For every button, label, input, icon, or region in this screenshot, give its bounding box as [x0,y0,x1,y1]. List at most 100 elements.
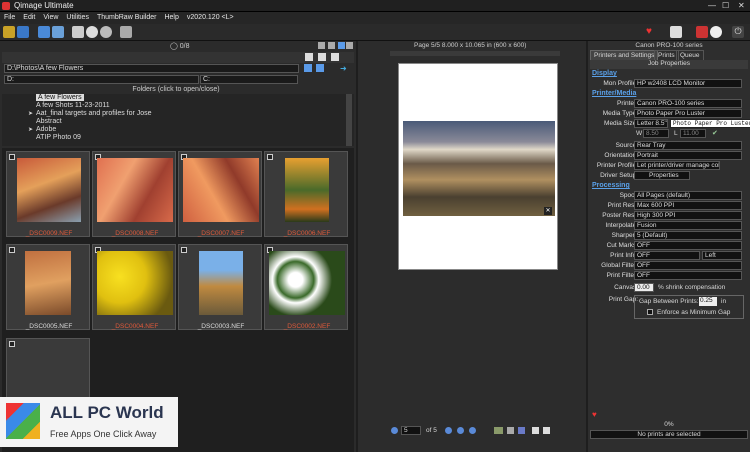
bookmark-icon[interactable] [304,64,312,72]
folder-item[interactable]: Abstract [36,118,62,125]
orientation-select[interactable]: Portrait [634,151,742,160]
crop-icon[interactable] [507,427,514,434]
folder-item[interactable]: Aat_final targets and profiles for Jose [36,110,152,117]
thumbnail[interactable]: _DSC0004.NEF [92,244,176,330]
thumbnail[interactable]: _DSC0009.NEF [6,151,90,237]
thumbnail[interactable]: _DSC0002.NEF [264,244,348,330]
check-icon[interactable]: ✔ [712,129,718,137]
close-button[interactable]: ✕ [738,1,745,10]
thumbnail[interactable]: _DSC0007.NEF [178,151,262,237]
properties-button[interactable]: Properties [634,171,690,180]
select-checkbox[interactable] [267,154,273,160]
view-icon[interactable] [318,42,325,49]
page-preview[interactable]: ✕ [398,63,558,270]
expand-icon[interactable]: ➤ [28,126,33,133]
print-image[interactable] [403,121,555,216]
canvas-input[interactable]: 0.00 [634,283,654,292]
maximize-button[interactable]: ☐ [722,1,729,10]
monitor-icon[interactable] [38,26,50,38]
poster-res-select[interactable]: High 300 PPI [634,211,742,220]
remove-icon[interactable]: ✕ [544,207,552,215]
enforce-checkbox[interactable] [647,309,653,315]
interpolate-row: Interpolate: Fusion [588,221,750,231]
menu-file[interactable]: File [0,12,19,21]
list-view-icon[interactable] [328,42,335,49]
global-filter-select[interactable]: OFF [634,261,742,270]
width-input[interactable]: 8.50 [643,129,669,138]
thumbnail[interactable]: _DSC0005.NEF [6,244,90,330]
folder-item[interactable]: A few Shots 11-23-2011 [36,102,110,109]
print-res-select[interactable]: Max 600 PPI [634,201,742,210]
thumbnail[interactable]: _DSC0003.NEF [178,244,262,330]
scrollbar[interactable] [346,94,352,146]
select-checkbox[interactable] [181,247,187,253]
select-checkbox[interactable] [9,154,15,160]
zoom-icon[interactable] [457,427,464,434]
folder-item[interactable]: Adobe [36,126,56,133]
version-label: v2020.120 <L> [186,14,234,21]
folder-item-selected[interactable]: A few Flowers [36,94,84,101]
prev-page-icon[interactable] [391,427,398,434]
exit-icon[interactable]: ⏻ [732,26,744,38]
printer-icon[interactable] [670,26,682,38]
menu-help[interactable]: Help [160,12,182,21]
expand-icon[interactable]: ➤ [28,110,33,117]
interpolate-select[interactable]: Fusion [634,221,742,230]
next-page-icon[interactable] [445,427,452,434]
menu-utilities[interactable]: Utilities [62,12,93,21]
rotate-icon[interactable] [86,26,98,38]
menu-thumbraw-builder[interactable]: ThumbRaw Builder [93,12,161,21]
fit-icon[interactable] [469,427,476,434]
forward-icon[interactable] [318,53,326,61]
page-icon[interactable] [543,427,550,434]
arrow-icon[interactable]: ➜ [340,64,348,73]
media-size-select[interactable]: Letter 8.5"x1 [634,119,668,128]
path-field[interactable]: D:\Photos\A few Flowers [4,64,299,73]
spool-select[interactable]: All Pages (default) [634,191,742,200]
edit-icon[interactable] [518,427,525,434]
sharpen-select[interactable]: 5 (Default) [634,231,742,240]
ruby-icon[interactable] [696,26,708,38]
printer-select[interactable]: Canon PRO-100 series [634,99,742,108]
refresh-icon[interactable] [100,26,112,38]
print-info-position-select[interactable]: Left [702,251,742,260]
drive-select-2[interactable]: C: [200,75,298,84]
thumbnail[interactable]: _DSC0008.NEF [92,151,176,237]
print-icon[interactable] [52,26,64,38]
window-icon[interactable] [72,26,84,38]
minimize-button[interactable]: — [708,1,716,10]
folder-item[interactable]: ATIP Photo 09 [36,134,81,141]
thumbnail-label: _DSC0007.NEF [197,230,245,237]
select-checkbox[interactable] [9,247,15,253]
page-number-input[interactable]: 5 [401,426,421,435]
select-checkbox[interactable] [9,341,15,347]
detail-view-icon[interactable] [346,42,353,49]
print-filter-select[interactable]: OFF [634,271,742,280]
cut-marks-select[interactable]: OFF [634,241,742,250]
gap-input[interactable]: 0.25 [699,297,717,306]
thumb-view-icon[interactable] [338,42,345,49]
printer-profile-select[interactable]: Let printer/driver manage color [634,161,720,170]
heart-icon[interactable]: ♥ [646,26,658,38]
length-input[interactable]: 11.00 [680,129,706,138]
thumbnail[interactable]: _DSC0006.NEF [264,151,348,237]
up-icon[interactable] [331,53,339,61]
save-icon[interactable] [17,26,29,38]
heart-icon[interactable]: ♥ [592,410,597,419]
open-folder-icon[interactable] [3,26,15,38]
job-properties-button[interactable]: Job Properties [590,60,748,69]
tag-icon[interactable] [316,64,324,72]
image-icon[interactable] [494,427,503,434]
menu-edit[interactable]: Edit [19,12,39,21]
grid-icon[interactable] [120,26,132,38]
back-icon[interactable] [305,53,313,61]
source-select[interactable]: Rear Tray [634,141,742,150]
drive-select[interactable]: D: [4,75,199,84]
copy-icon[interactable] [532,427,539,434]
clock-icon[interactable] [710,26,722,38]
folders-header[interactable]: Folders (click to open/close) [0,86,352,93]
mon-profile-select[interactable]: HP w2408 LCD Monitor [634,79,742,88]
print-info-select[interactable]: OFF [634,251,700,260]
media-type-select[interactable]: Photo Paper Pro Luster [634,109,742,118]
menu-view[interactable]: View [39,12,62,21]
